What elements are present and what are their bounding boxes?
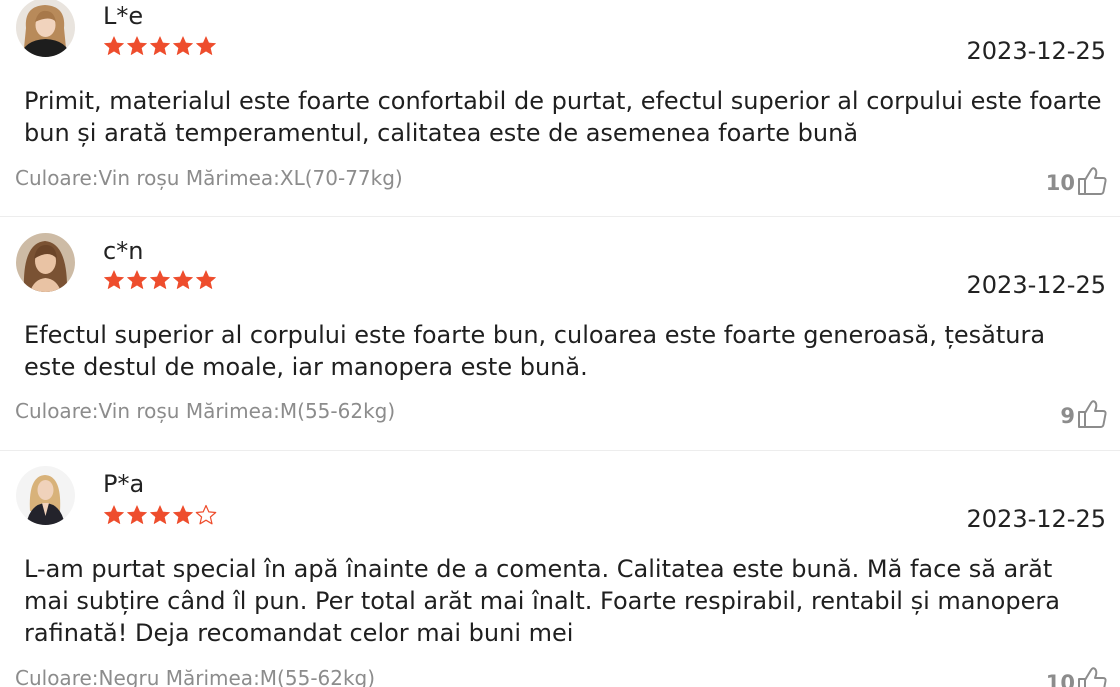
thumbs-up-icon — [1078, 400, 1107, 428]
review-text: L-am purtat special în apă înainte de a … — [24, 555, 1060, 647]
product-variant: Culoare:Vin roșu Mărimea:M(55-62kg) — [15, 399, 396, 423]
avatar[interactable] — [16, 233, 75, 292]
review-item: P*a 2023-12-25 L-am purtat special în ap… — [0, 452, 1120, 687]
rating-stars — [103, 504, 217, 526]
star-filled-icon — [173, 505, 193, 525]
thumbs-up-icon — [1078, 167, 1107, 195]
review-item: c*n 2023-12-25 Efectul superior al corpu… — [0, 218, 1120, 451]
like-button[interactable]: 10 — [1046, 166, 1108, 196]
star-filled-icon — [127, 505, 147, 525]
rating-stars — [103, 35, 217, 57]
star-filled-icon — [196, 270, 216, 290]
star-filled-icon — [173, 270, 193, 290]
star-filled-icon — [173, 36, 193, 56]
review-username: L*e — [103, 2, 144, 30]
review-list: L*e 2023-12-25 Primit, materialul este f… — [0, 0, 1120, 687]
review-item: L*e 2023-12-25 Primit, materialul este f… — [0, 0, 1120, 217]
like-button[interactable]: 10 — [1046, 666, 1108, 687]
avatar[interactable] — [16, 466, 75, 525]
star-filled-icon — [150, 505, 170, 525]
star-filled-icon — [104, 270, 124, 290]
review-date: 2023-12-25 — [966, 505, 1106, 533]
star-filled-icon — [196, 36, 216, 56]
review-text: Efectul superior al corpului este foarte… — [24, 321, 1046, 381]
like-button[interactable]: 9 — [1060, 399, 1108, 429]
product-variant: Culoare:Negru Mărimea:M(55-62kg) — [15, 666, 376, 687]
star-filled-icon — [104, 36, 124, 56]
star-filled-icon — [127, 36, 147, 56]
like-count: 10 — [1045, 171, 1075, 195]
star-filled-icon — [150, 36, 170, 56]
star-filled-icon — [150, 270, 170, 290]
review-date: 2023-12-25 — [966, 271, 1106, 299]
avatar[interactable] — [16, 0, 75, 57]
review-text: Primit, materialul este foarte confortab… — [24, 87, 1102, 147]
review-username: c*n — [103, 237, 144, 265]
star-filled-icon — [104, 505, 124, 525]
review-username: P*a — [103, 470, 145, 498]
like-count: 10 — [1045, 671, 1075, 687]
product-variant: Culoare:Vin roșu Mărimea:XL(70-77kg) — [15, 166, 403, 190]
star-empty-icon — [195, 504, 217, 525]
like-count: 9 — [1060, 404, 1075, 428]
rating-stars — [103, 269, 217, 291]
star-filled-icon — [127, 270, 147, 290]
thumbs-up-icon — [1078, 667, 1107, 687]
review-date: 2023-12-25 — [966, 37, 1106, 65]
